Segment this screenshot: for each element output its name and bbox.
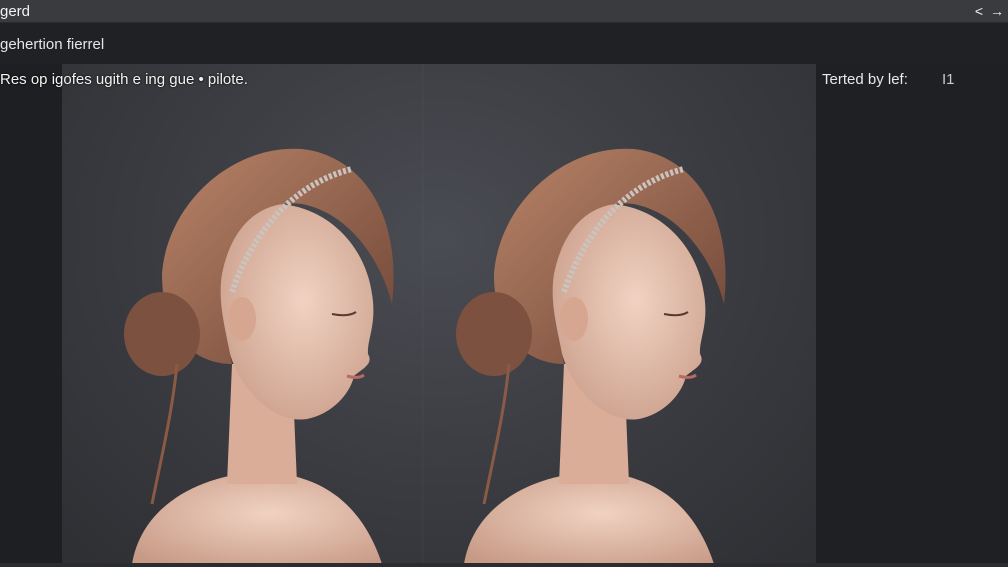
side-panel-value: I1 <box>942 71 955 88</box>
side-panel <box>816 64 1008 567</box>
prompt-text: Res op igofes ugith e ing gue • pilote. <box>0 71 248 88</box>
window-title: gerd <box>0 3 31 20</box>
title-bar: gerd < → <box>0 0 1008 23</box>
generated-portrait-left[interactable] <box>92 64 432 564</box>
side-panel-label: Terted by lef: <box>822 71 908 88</box>
forward-arrow-icon[interactable]: → <box>990 2 1004 20</box>
nav-controls: < → <box>972 2 1004 20</box>
generated-portrait-right[interactable] <box>424 64 764 564</box>
left-gutter <box>0 64 62 567</box>
back-arrow-icon[interactable]: < <box>972 2 986 20</box>
page-subtitle: gehertion fierrel <box>0 36 105 53</box>
image-canvas[interactable] <box>62 64 816 564</box>
bottom-strip <box>0 563 1008 567</box>
